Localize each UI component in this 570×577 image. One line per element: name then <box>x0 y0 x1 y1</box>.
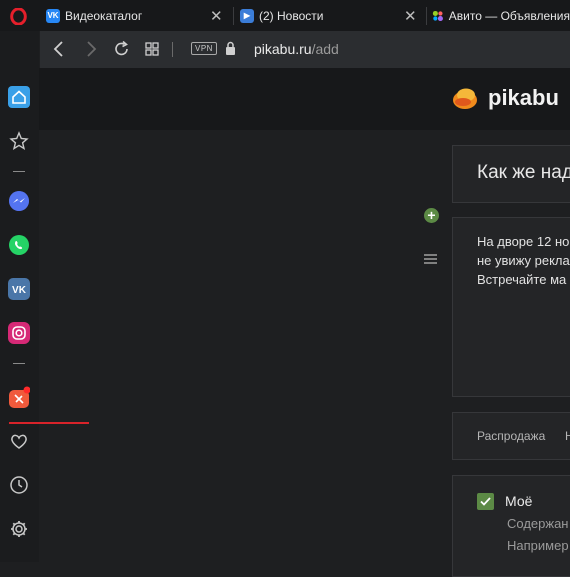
own-content-checkbox[interactable] <box>477 493 494 510</box>
messenger-icon[interactable] <box>8 190 30 212</box>
post-text-block[interactable]: На дворе 12 но не увижу рекла Встречайте… <box>452 217 570 397</box>
sidebar-active-indicator <box>9 422 89 424</box>
own-content-description: Например <box>507 538 569 553</box>
own-content-description: Содержан <box>507 516 569 531</box>
tabs-grid-icon[interactable] <box>145 40 159 58</box>
tags-field[interactable]: Распродажа Н <box>452 412 570 460</box>
forward-icon[interactable] <box>84 40 98 58</box>
svg-text:VK: VK <box>12 285 27 296</box>
tag-item[interactable]: Н <box>565 429 570 443</box>
tab-label: Видеокаталог <box>65 8 143 23</box>
news-icon: ▶ <box>240 8 254 23</box>
tab-label: Авито — Объявления <box>448 8 570 23</box>
tab-separator <box>233 7 234 25</box>
vk-icon: VK <box>46 8 60 23</box>
site-header: pikabu <box>39 68 570 130</box>
url-host: pikabu.ru <box>254 41 312 57</box>
address-bar: VPN pikabu.ru/add <box>40 31 570 68</box>
home-icon[interactable] <box>8 86 30 108</box>
heart-icon[interactable] <box>8 430 30 452</box>
tag-item[interactable]: Распродажа <box>477 429 545 443</box>
pikabu-logo-icon[interactable] <box>451 84 479 112</box>
instagram-icon[interactable] <box>8 322 30 344</box>
tab-strip: VK Видеокаталог ✕ ▶ (2) Новости ✕ Авито … <box>0 0 570 31</box>
brand-name[interactable]: pikabu <box>488 85 559 111</box>
check-icon <box>480 497 491 506</box>
post-title-field[interactable]: Как же над <box>452 145 570 203</box>
tab-avito[interactable]: Авито — Объявления <box>432 0 570 31</box>
avito-icon <box>432 10 443 21</box>
vpn-badge[interactable]: VPN <box>191 42 217 55</box>
tab-label: (2) Новости <box>259 8 324 23</box>
url-field[interactable]: pikabu.ru/add <box>254 41 339 57</box>
opera-logo-icon[interactable] <box>10 8 27 25</box>
shopping-bag-icon[interactable] <box>8 386 30 408</box>
url-path: /add <box>311 41 339 57</box>
post-text-line: не увижу рекла <box>477 253 570 268</box>
close-icon[interactable]: ✕ <box>210 7 223 25</box>
toolbar-divider <box>172 42 173 57</box>
whatsapp-icon[interactable] <box>8 234 30 256</box>
settings-gear-icon[interactable] <box>8 518 30 540</box>
star-icon[interactable] <box>8 130 30 152</box>
own-content-label: Моё <box>505 493 533 509</box>
history-clock-icon[interactable] <box>8 474 30 496</box>
tab-news[interactable]: ▶ (2) Новости ✕ <box>240 0 418 31</box>
post-text-line: На дворе 12 но <box>477 234 570 249</box>
vk-icon[interactable]: VK <box>8 278 30 300</box>
add-block-button[interactable]: + <box>424 208 439 223</box>
reload-icon[interactable] <box>114 40 130 58</box>
sidebar-divider <box>13 171 25 172</box>
tab-videocatalog[interactable]: VK Видеокаталог ✕ <box>46 0 228 31</box>
sidebar: VK <box>0 31 39 562</box>
post-text-line: Встречайте ма <box>477 272 567 287</box>
back-icon[interactable] <box>52 40 66 58</box>
sidebar-divider <box>13 363 25 364</box>
close-icon[interactable]: ✕ <box>404 7 417 25</box>
post-title-text: Как же над <box>477 162 570 183</box>
lock-icon[interactable] <box>225 41 236 56</box>
tab-separator <box>426 7 427 25</box>
drag-handle-icon[interactable] <box>423 252 438 266</box>
